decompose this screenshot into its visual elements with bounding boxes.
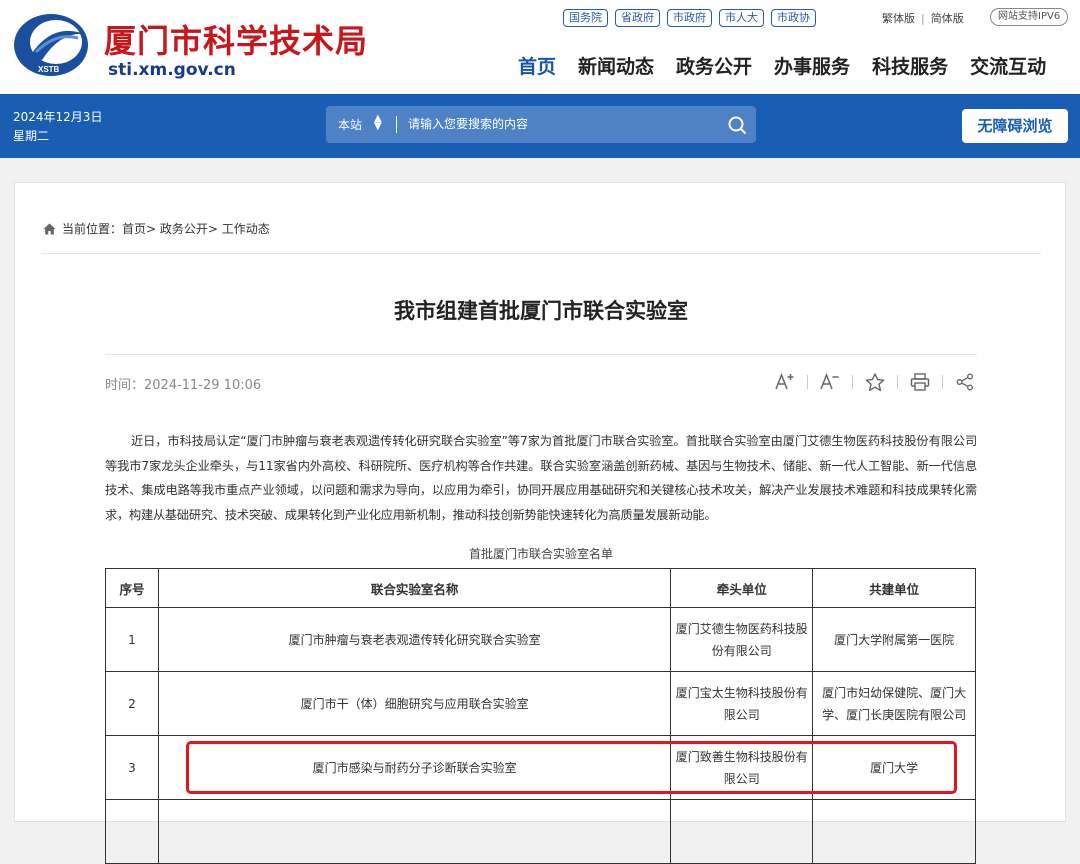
cell-lead-unit: 厦门宝太生物科技股份有限公司: [670, 671, 814, 736]
col-header-lead-unit: 牵头单位: [670, 568, 814, 608]
col-header-partners: 共建单位: [812, 568, 976, 608]
article-body: 近日，市科技局认定“厦门市肿瘤与衰老表观遗传转化研究联合实验室”等7家为首批厦门…: [105, 434, 977, 522]
accessibility-button[interactable]: 无障碍浏览: [962, 109, 1068, 143]
font-decrease-icon[interactable]: [818, 370, 842, 394]
nav-home[interactable]: 首页: [518, 52, 556, 79]
nav-news[interactable]: 新闻动态: [578, 52, 654, 79]
ipv6-badge: 网站支持IPV6: [990, 8, 1069, 26]
title-divider: [105, 354, 977, 355]
blue-bar: 2024年12月3日 星期二 本站 ▲▼ 无障碍浏览: [0, 94, 1080, 158]
search-divider: [396, 116, 397, 133]
cell-lead-unit: 厦门艾德生物医药科技股份有限公司: [670, 607, 814, 672]
site-header: XSTB 厦门市科学技术局 sti.xm.gov.cn 国务院 省政府 市政府 …: [0, 0, 1080, 94]
table-row: 2 厦门市干（体）细胞研究与应用联合实验室 厦门宝太生物科技股份有限公司 厦门市…: [105, 671, 976, 736]
table-row: [105, 799, 976, 864]
table-caption: 首批厦门市联合实验室名单: [468, 547, 613, 561]
nav-services[interactable]: 办事服务: [774, 52, 850, 79]
traditional-link[interactable]: 繁体版: [882, 12, 915, 25]
date-display: 2024年12月3日 星期二: [13, 108, 102, 146]
table-header-row: 序号 联合实验室名称 牵头单位 共建单位: [105, 568, 976, 608]
logo-icon[interactable]: XSTB: [12, 12, 90, 78]
top-link-cppcc[interactable]: 市政协: [771, 9, 816, 27]
lab-list-table: 序号 联合实验室名称 牵头单位 共建单位 1 厦门市肿瘤与衰老表观遗传转化研究联…: [105, 568, 976, 864]
lang-divider: |: [921, 12, 925, 25]
cell-lab-name: [157, 799, 672, 864]
breadcrumb: 当前位置： 首页> 政务公开> 工作动态: [43, 220, 270, 237]
top-links: 国务院 省政府 市政府 市人大 市政协: [563, 9, 816, 27]
article-title: 我市组建首批厦门市联合实验室: [394, 299, 688, 323]
cell-lab-name: 厦门市干（体）细胞研究与应用联合实验室: [157, 671, 672, 736]
site-domain: sti.xm.gov.cn: [108, 60, 236, 80]
nav-tech-services[interactable]: 科技服务: [872, 52, 948, 79]
breadcrumb-path[interactable]: 首页> 政务公开> 工作动态: [122, 220, 270, 237]
site-title[interactable]: 厦门市科学技术局: [104, 16, 368, 62]
top-link-city-congress[interactable]: 市人大: [719, 9, 764, 27]
breadcrumb-label: 当前位置：: [62, 222, 123, 236]
col-header-no: 序号: [105, 568, 159, 608]
search-scope-select[interactable]: 本站: [338, 116, 362, 133]
search-box: 本站 ▲ ▼: [326, 106, 756, 143]
tool-divider: [852, 375, 853, 389]
cell-partners: [812, 799, 976, 864]
highlight-box: [186, 741, 957, 794]
cell-no: 3: [105, 735, 159, 800]
article-tools: [773, 370, 977, 394]
print-icon[interactable]: [908, 370, 932, 394]
tool-divider: [897, 375, 898, 389]
table-row: 1 厦门市肿瘤与衰老表观遗传转化研究联合实验室 厦门艾德生物医药科技股份有限公司…: [105, 607, 976, 672]
tool-divider: [942, 375, 943, 389]
chevron-updown-icon[interactable]: ▲ ▼: [374, 114, 382, 132]
font-increase-icon[interactable]: [773, 370, 797, 394]
tool-divider: [807, 375, 808, 389]
cell-no: 1: [105, 607, 159, 672]
article-container: 当前位置： 首页> 政务公开> 工作动态 我市组建首批厦门市联合实验室 时间：2…: [14, 182, 1066, 864]
main-nav: 首页 新闻动态 政务公开 办事服务 科技服务 交流互动: [518, 52, 1046, 79]
home-icon: [43, 223, 56, 234]
cell-lab-name: 厦门市肿瘤与衰老表观遗传转化研究联合实验室: [157, 607, 672, 672]
language-switch: 繁体版 | 简体版: [882, 10, 964, 26]
top-link-province[interactable]: 省政府: [615, 9, 660, 27]
cell-no: 2: [105, 671, 159, 736]
publish-time: 时间：2024-11-29 10:06: [105, 378, 262, 393]
star-icon[interactable]: [863, 370, 887, 394]
cell-lead-unit: [670, 799, 814, 864]
cell-no: [105, 799, 159, 864]
date-text: 2024年12月3日: [13, 110, 103, 124]
svg-text:XSTB: XSTB: [38, 65, 60, 74]
breadcrumb-divider: [41, 253, 1041, 254]
top-link-city-gov[interactable]: 市政府: [667, 9, 712, 27]
weekday-text: 星期二: [13, 129, 50, 143]
search-icon[interactable]: [726, 114, 748, 136]
col-header-lab-name: 联合实验室名称: [157, 568, 672, 608]
search-input[interactable]: [408, 114, 708, 134]
share-icon[interactable]: [953, 370, 977, 394]
simplified-link[interactable]: 简体版: [931, 12, 964, 25]
nav-interaction[interactable]: 交流互动: [970, 52, 1046, 79]
cell-partners: 厦门大学附属第一医院: [812, 607, 976, 672]
top-link-state-council[interactable]: 国务院: [563, 9, 608, 27]
cell-partners: 厦门市妇幼保健院、厦门大学、厦门长庚医院有限公司: [812, 671, 976, 736]
nav-gov-affairs[interactable]: 政务公开: [676, 52, 752, 79]
